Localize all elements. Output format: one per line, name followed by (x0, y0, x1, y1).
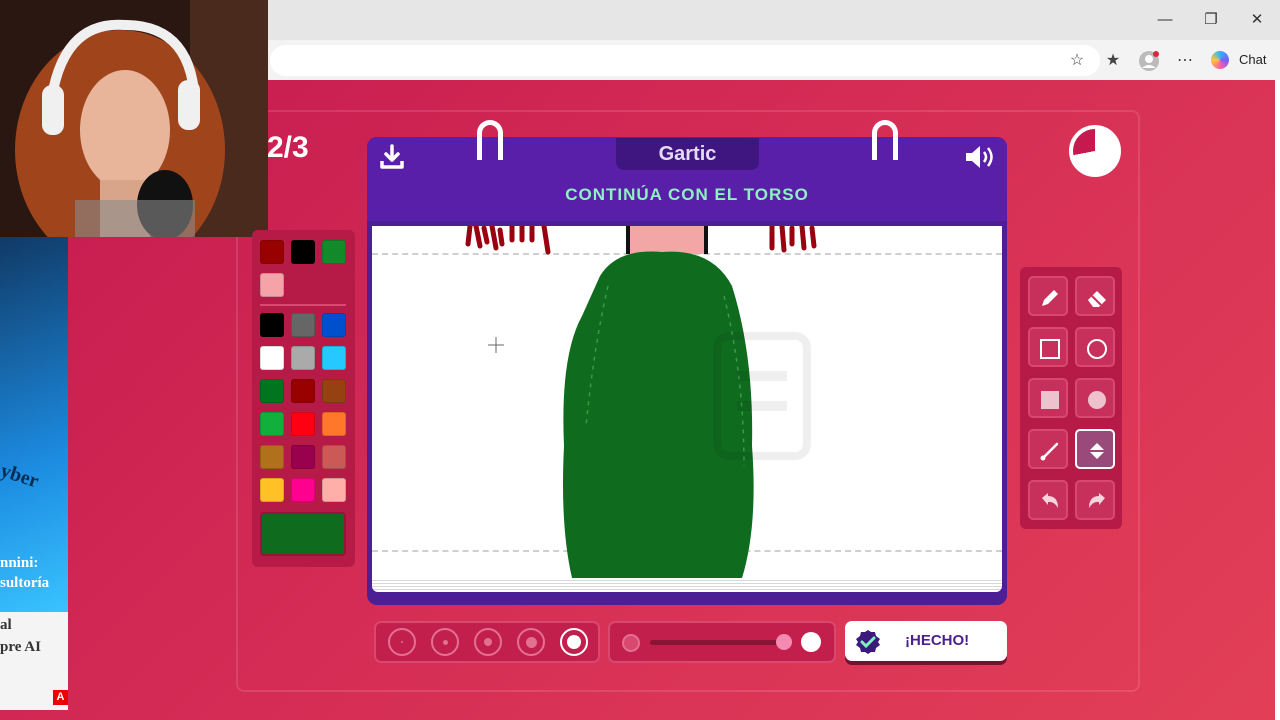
drawing-canvas[interactable] (372, 226, 1002, 586)
panel-text: al (0, 617, 12, 633)
copilot-chat-button[interactable]: Chat (1207, 46, 1271, 74)
opacity-low-icon (622, 634, 640, 652)
color-swatch[interactable] (322, 313, 346, 337)
copilot-icon (1211, 51, 1229, 69)
opacity-track[interactable] (650, 640, 790, 645)
color-swatch[interactable] (322, 240, 346, 264)
favorite-star-icon[interactable]: ☆ (1066, 50, 1088, 72)
paint-bucket-icon (1089, 443, 1105, 459)
color-swatch[interactable] (291, 412, 315, 436)
tool-ellipse-fill-button[interactable] (1075, 378, 1115, 418)
panel-text: sultoría (0, 575, 50, 591)
volume-icon[interactable] (963, 143, 997, 171)
tool-fill-button[interactable] (1075, 429, 1115, 469)
tool-undo-button[interactable] (1028, 480, 1068, 520)
circle-filled-icon (1088, 391, 1106, 409)
color-swatch[interactable] (260, 478, 284, 502)
color-swatch[interactable] (291, 478, 315, 502)
color-swatch[interactable] (291, 313, 315, 337)
favorites-icon[interactable]: ★ (1102, 50, 1124, 72)
webcam-overlay (0, 0, 268, 237)
color-swatch[interactable] (322, 412, 346, 436)
brush-size-button[interactable] (517, 628, 545, 656)
opacity-slider-knob[interactable] (776, 634, 792, 650)
selected-color[interactable] (260, 512, 346, 556)
crosshair-cursor-icon (488, 337, 504, 353)
color-swatch[interactable] (260, 445, 284, 469)
binder-ring (872, 120, 898, 160)
more-icon[interactable]: ⋯ (1174, 50, 1196, 72)
line-icon (1040, 442, 1059, 461)
palette-divider (260, 304, 346, 306)
color-swatch[interactable] (260, 346, 284, 370)
color-swatch[interactable] (260, 379, 284, 403)
app-badge: A (53, 690, 68, 705)
tool-eraser-button[interactable] (1075, 276, 1115, 316)
color-swatch[interactable] (322, 478, 346, 502)
paper-edge (372, 578, 1002, 592)
brush-dot-icon (442, 639, 448, 645)
check-icon (856, 630, 880, 654)
color-swatch[interactable] (322, 346, 346, 370)
color-swatch[interactable] (260, 313, 284, 337)
panel-text: nnini: (0, 555, 39, 571)
binder-ring (477, 120, 503, 160)
brush-size-button[interactable] (560, 628, 588, 656)
brush-size-button[interactable] (474, 628, 502, 656)
brush-size-button[interactable] (388, 628, 416, 656)
eraser-icon (1088, 291, 1106, 307)
brush-dot-icon (484, 638, 492, 646)
color-swatch[interactable] (260, 273, 284, 297)
tool-ellipse-outline-button[interactable] (1075, 327, 1115, 367)
done-button[interactable]: ¡HECHO! (845, 621, 1007, 661)
drawing-strokes (465, 226, 817, 578)
brush-dot-icon (401, 641, 403, 643)
pencil-icon (1042, 290, 1058, 306)
square-filled-icon (1041, 391, 1059, 409)
redo-icon (1089, 493, 1105, 508)
tool-line-button[interactable] (1028, 429, 1068, 469)
tool-rectangle-fill-button[interactable] (1028, 378, 1068, 418)
color-swatch[interactable] (260, 240, 284, 264)
color-swatch[interactable] (291, 240, 315, 264)
download-icon[interactable] (378, 143, 406, 171)
restore-icon[interactable]: ❐ (1196, 8, 1226, 32)
minimize-icon[interactable]: — (1150, 8, 1180, 32)
opacity-high-icon (801, 632, 821, 652)
tool-rectangle-outline-button[interactable] (1028, 327, 1068, 367)
color-swatch[interactable] (260, 412, 284, 436)
panel-text: pre AI (0, 639, 41, 655)
close-icon[interactable]: ✕ (1242, 8, 1272, 32)
square-outline-icon (1040, 339, 1060, 359)
circle-outline-icon (1087, 339, 1107, 359)
gartic-logo: Gartic (616, 138, 759, 170)
brush-dot-icon (525, 636, 537, 648)
color-swatch[interactable] (291, 445, 315, 469)
tool-redo-button[interactable] (1075, 480, 1115, 520)
tool-pencil-button[interactable] (1028, 276, 1068, 316)
color-swatch[interactable] (322, 445, 346, 469)
address-bar[interactable] (270, 45, 1100, 76)
brush-size-button[interactable] (431, 628, 459, 656)
color-swatch[interactable] (322, 379, 346, 403)
color-swatch[interactable] (291, 379, 315, 403)
brush-dot-icon (567, 635, 581, 649)
timer-icon (1069, 125, 1121, 177)
drawing-prompt: CONTINÚA CON EL TORSO (565, 185, 809, 204)
color-swatch[interactable] (291, 346, 315, 370)
side-browser-panel: yber nnini: sultoría al pre AI (0, 237, 68, 710)
round-counter: 2/3 (267, 131, 309, 164)
undo-icon (1042, 493, 1058, 508)
profile-icon[interactable] (1138, 50, 1160, 72)
